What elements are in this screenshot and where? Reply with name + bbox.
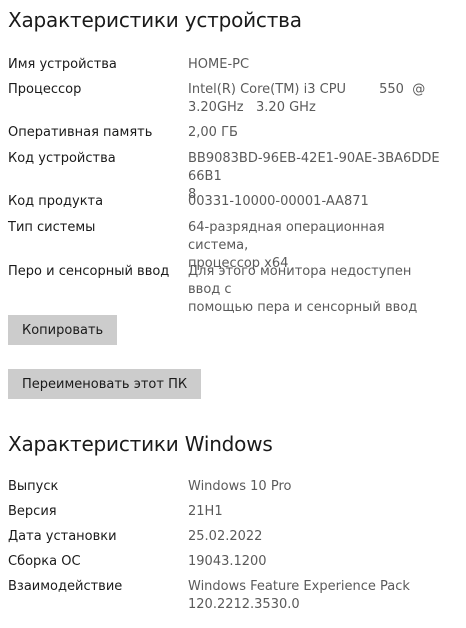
system-type-label: Тип системы: [8, 220, 96, 235]
product-id-value: 00331-10000-00001-AA871: [188, 194, 369, 209]
install-date-label: Дата установки: [8, 529, 117, 544]
experience-value: Windows Feature Experience Pack 120.2212…: [188, 579, 410, 612]
install-date-value: 25.02.2022: [188, 529, 263, 544]
ram-value: 2,00 ГБ: [188, 125, 238, 140]
windows-specs-title: Характеристики Windows: [8, 432, 273, 456]
version-value: 21H1: [188, 504, 223, 519]
rename-pc-button[interactable]: Переименовать этот ПК: [8, 369, 202, 399]
edition-value: Windows 10 Pro: [188, 479, 292, 494]
os-build-label: Сборка ОС: [8, 554, 81, 569]
pen-touch-label: Перо и сенсорный ввод: [8, 264, 170, 279]
processor-value: Intel(R) Core(TM) i3 CPU 550 @ 3.20GHz 3…: [188, 82, 426, 115]
product-id-label: Код продукта: [8, 194, 104, 209]
copy-button[interactable]: Копировать: [8, 315, 118, 345]
pen-touch-value: Для этого монитора недоступен ввод с пом…: [188, 264, 418, 315]
os-build-value: 19043.1200: [188, 554, 267, 569]
version-label: Версия: [8, 504, 57, 519]
device-specs-title: Характеристики устройства: [8, 8, 302, 32]
edition-label: Выпуск: [8, 479, 59, 494]
device-id-label: Код устройства: [8, 151, 116, 166]
device-name-label: Имя устройства: [8, 57, 117, 72]
device-name-value: HOME-PC: [188, 57, 250, 72]
experience-label: Взаимодействие: [8, 579, 123, 594]
ram-label: Оперативная память: [8, 125, 153, 140]
processor-label: Процессор: [8, 82, 82, 97]
